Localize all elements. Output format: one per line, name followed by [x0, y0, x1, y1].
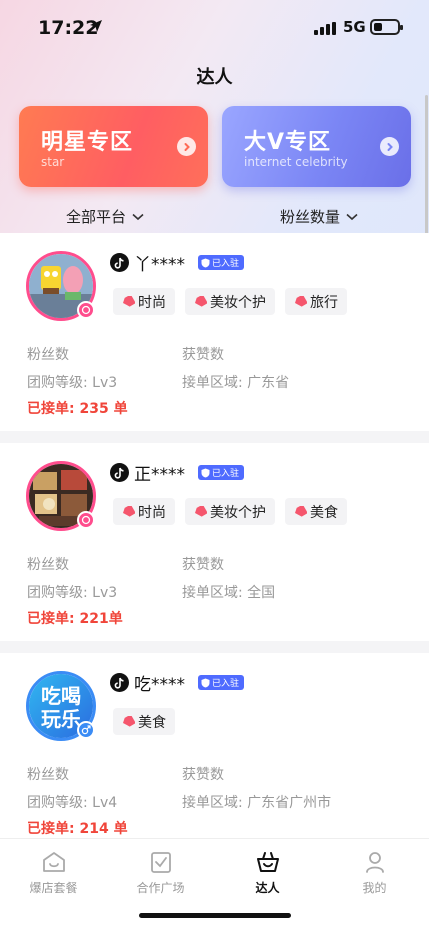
fans-sort-dropdown[interactable]: 粉丝数量 [280, 206, 358, 227]
settled-badge: 已入驻 [198, 465, 245, 480]
level-text: 团购等级: Lv4 [27, 795, 118, 811]
level-text: 团购等级: Lv3 [27, 375, 118, 391]
tab-label: 爆店套餐 [29, 881, 78, 895]
star-zone-title: 明星专区 [41, 130, 134, 155]
influencer-name: 吃**** [134, 675, 185, 695]
tab-cooperation-square[interactable]: 合作广场 [107, 849, 214, 896]
tag-label: 美食 [138, 714, 166, 731]
level-text: 团购等级: Lv3 [27, 585, 118, 601]
orders-count: 已接单: 221单 [27, 611, 123, 627]
home-indicator[interactable] [139, 913, 291, 918]
fans-label: 粉丝数 [27, 767, 69, 783]
bigv-zone-card[interactable]: 大V专区 internet celebrity [222, 106, 411, 187]
category-tag: 美妆个护 [185, 288, 275, 315]
chevron-down-icon [346, 213, 358, 220]
tag-icon [122, 296, 135, 307]
star-zone-subtitle: star [41, 155, 65, 169]
tiktok-icon [110, 253, 129, 272]
category-tag: 美食 [113, 708, 175, 735]
basket-icon [214, 849, 321, 875]
male-gender-icon [77, 721, 95, 739]
message-badge-icon [77, 511, 95, 529]
category-tag: 美食 [285, 498, 347, 525]
network-type: 5G [343, 18, 366, 36]
tab-influencer[interactable]: 达人 [214, 849, 321, 896]
shop-icon [0, 849, 107, 875]
tag-label: 时尚 [138, 504, 166, 521]
influencer-name: 正**** [134, 465, 185, 485]
tab-label: 我的 [362, 881, 387, 895]
fans-sort-label: 粉丝数量 [280, 208, 341, 226]
influencer-card[interactable]: 吃喝 玩乐 吃**** 已入驻 美食 粉丝数 获赞数 团购等级: Lv4 接单区… [0, 653, 429, 851]
location-arrow-icon [89, 18, 103, 37]
person-icon [321, 849, 428, 875]
fans-label: 粉丝数 [27, 347, 69, 363]
settled-label: 已入驻 [212, 679, 240, 689]
bigv-zone-subtitle: internet celebrity [244, 155, 348, 169]
chevron-right-icon [380, 137, 399, 156]
tab-shop-package[interactable]: 爆店套餐 [0, 849, 107, 896]
shield-icon [201, 258, 210, 267]
tab-profile[interactable]: 我的 [321, 849, 428, 896]
region-text: 接单区域: 广东省 [182, 375, 290, 391]
chevron-right-icon [177, 137, 196, 156]
likes-label: 获赞数 [182, 767, 224, 783]
tag-icon [194, 506, 207, 517]
tag-label: 时尚 [138, 294, 166, 311]
tab-label: 达人 [255, 881, 280, 895]
page-title: 达人 [196, 67, 233, 88]
tag-icon [294, 506, 307, 517]
tag-label: 美妆个护 [210, 294, 266, 311]
category-tag: 时尚 [113, 288, 175, 315]
tag-list: 美食 [113, 708, 175, 735]
region-text: 接单区域: 广东省广州市 [182, 795, 332, 811]
influencer-card[interactable]: 丫**** 已入驻 时尚 美妆个护 旅行 粉丝数 获赞数 团购等级: Lv3 接… [0, 233, 429, 431]
orders-count: 已接单: 235 单 [27, 401, 128, 417]
fans-label: 粉丝数 [27, 557, 69, 573]
category-tag: 美妆个护 [185, 498, 275, 525]
platform-filter-dropdown[interactable]: 全部平台 [66, 206, 144, 227]
influencer-name: 丫**** [134, 255, 185, 275]
cellular-signal-icon [314, 22, 336, 35]
status-bar: 17:22 5G [0, 0, 429, 54]
shield-icon [201, 468, 210, 477]
likes-label: 获赞数 [182, 347, 224, 363]
influencer-card[interactable]: 正**** 已入驻 时尚 美妆个护 美食 粉丝数 获赞数 团购等级: Lv3 接… [0, 443, 429, 641]
orders-count: 已接单: 214 单 [27, 821, 128, 837]
message-badge-icon [77, 301, 95, 319]
tag-list: 时尚 美妆个护 美食 [113, 498, 347, 525]
tag-list: 时尚 美妆个护 旅行 [113, 288, 347, 315]
settled-badge: 已入驻 [198, 675, 245, 690]
category-tag: 时尚 [113, 498, 175, 525]
platform-filter-label: 全部平台 [66, 208, 127, 226]
category-tag: 旅行 [285, 288, 347, 315]
settled-badge: 已入驻 [198, 255, 245, 270]
shield-icon [201, 678, 210, 687]
settled-label: 已入驻 [212, 469, 240, 479]
settled-label: 已入驻 [212, 259, 240, 269]
tiktok-icon [110, 463, 129, 482]
tag-icon [122, 716, 135, 727]
avatar-text-line2: 玩乐 [41, 707, 81, 731]
avatar-text-line1: 吃喝 [41, 684, 81, 708]
tag-label: 美妆个护 [210, 504, 266, 521]
tiktok-icon [110, 673, 129, 692]
chevron-down-icon [132, 213, 144, 220]
tag-icon [194, 296, 207, 307]
tag-label: 旅行 [310, 294, 338, 311]
star-zone-card[interactable]: 明星专区 star [19, 106, 208, 187]
region-text: 接单区域: 全国 [182, 585, 276, 601]
tag-label: 美食 [310, 504, 338, 521]
clipboard-check-icon [107, 849, 214, 875]
tag-icon [294, 296, 307, 307]
likes-label: 获赞数 [182, 557, 224, 573]
tab-label: 合作广场 [136, 881, 185, 895]
tag-icon [122, 506, 135, 517]
battery-icon [370, 19, 403, 35]
bigv-zone-title: 大V专区 [244, 130, 332, 155]
